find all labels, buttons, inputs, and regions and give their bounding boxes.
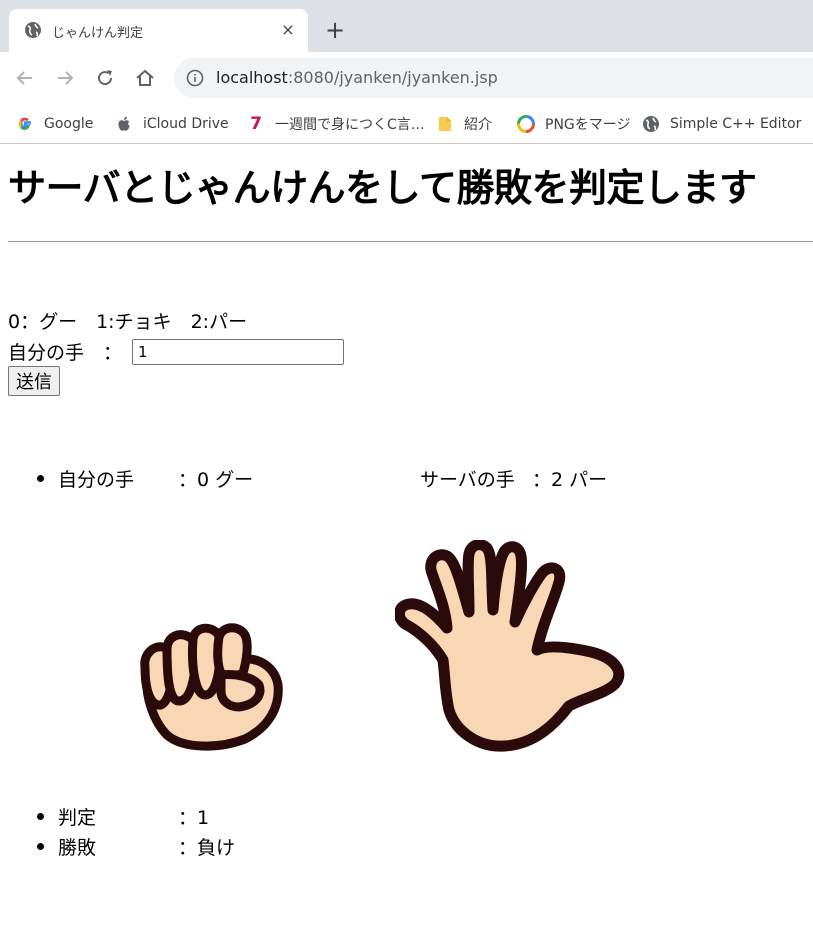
bookmark-png-merge[interactable]: PNGをマージ — [517, 112, 630, 136]
judge-label: 判定 — [58, 807, 97, 829]
bookmark-simple-cpp[interactable]: Simple C++ Editor — [642, 112, 801, 136]
google-icon — [18, 117, 31, 130]
rock-hand-image — [140, 623, 283, 751]
judge-value: ：1 — [178, 807, 210, 829]
submit-button[interactable]: 送信 — [8, 366, 60, 396]
list-item: 判定 ：1 — [0, 803, 813, 833]
server-hand-label: サーバの手 — [420, 469, 515, 491]
browser-toolbar: localhost:8080/jyanken/jyanken.jsp — [0, 52, 813, 104]
bookmark-label: Simple C++ Editor — [670, 116, 802, 132]
my-hand-input[interactable] — [132, 338, 345, 365]
list-item: 勝敗 ：負け — [0, 833, 813, 863]
paper-hand-image — [395, 540, 625, 752]
bookmark-label: 一週間で身につくC言… — [275, 117, 425, 133]
outcome-value: ：負け — [178, 837, 236, 859]
my-hand-result-value: ：0 グー — [178, 469, 254, 491]
folder-icon — [439, 117, 451, 131]
bookmark-label: PNGをマージ — [545, 117, 631, 133]
home-icon[interactable] — [133, 66, 157, 90]
forward-arrow-icon[interactable] — [53, 66, 77, 90]
png-merge-icon — [517, 115, 535, 133]
bullet — [37, 813, 44, 820]
my-hand-label: 自分の手 ： — [8, 342, 123, 364]
close-icon[interactable]: × — [277, 19, 299, 41]
bullet — [37, 475, 44, 482]
url-path: :8080/jyanken/jyanken.jsp — [287, 68, 498, 87]
info-icon[interactable] — [186, 69, 204, 87]
new-tab-button[interactable]: + — [321, 16, 349, 44]
server-hand-value: ：2 パー — [532, 469, 608, 491]
bookmark-shoukai[interactable]: 紹介 — [436, 112, 492, 136]
judge-result-list: 判定 ：1 勝敗 ：負け — [0, 803, 813, 863]
bookmark-google[interactable]: Google — [16, 112, 93, 136]
bookmark-label: iCloud Drive — [143, 116, 229, 132]
hands-result-list: 自分の手 ：0 グー サーバの手 ：2 パー — [0, 465, 813, 495]
seven-icon: 7 — [250, 114, 262, 134]
bookmark-icloud[interactable]: iCloud Drive — [115, 112, 229, 136]
globe-icon — [25, 22, 41, 38]
my-hand-result-label: 自分の手 — [58, 469, 135, 491]
tab-strip: じゃんけん判定 × + — [0, 0, 813, 52]
address-bar[interactable]: localhost:8080/jyanken/jyanken.jsp — [174, 58, 813, 98]
bullet — [37, 843, 44, 850]
reload-icon[interactable] — [93, 66, 117, 90]
my-hand-row: 自分の手 ： — [8, 338, 345, 365]
apple-icon — [118, 116, 130, 131]
bookmark-label: 紹介 — [464, 117, 492, 133]
outcome-label: 勝敗 — [58, 837, 97, 859]
bookmark-label: Google — [44, 116, 94, 132]
horizontal-rule — [8, 241, 813, 242]
bookmarks-bar: Google iCloud Drive 7 一週間で身につくC言… 紹介 PNG… — [0, 104, 813, 144]
tab-title: じゃんけん判定 — [52, 26, 144, 41]
page-title: サーバとじゃんけんをして勝敗を判定します — [8, 166, 757, 210]
url-host: localhost — [216, 68, 288, 87]
globe-icon — [643, 116, 659, 132]
browser-tab[interactable]: じゃんけん判定 × — [9, 9, 308, 52]
page-content: サーバとじゃんけんをして勝敗を判定します 0：グー 1:チョキ 2:パー 自分の… — [0, 145, 813, 879]
hand-legend: 0：グー 1:チョキ 2:パー — [8, 311, 248, 333]
url-text[interactable]: localhost:8080/jyanken/jyanken.jsp — [216, 68, 498, 87]
list-item: 自分の手 ：0 グー サーバの手 ：2 パー — [0, 465, 813, 495]
bookmark-c-lang[interactable]: 7 一週間で身につくC言… — [247, 112, 425, 136]
back-arrow-icon[interactable] — [13, 66, 37, 90]
